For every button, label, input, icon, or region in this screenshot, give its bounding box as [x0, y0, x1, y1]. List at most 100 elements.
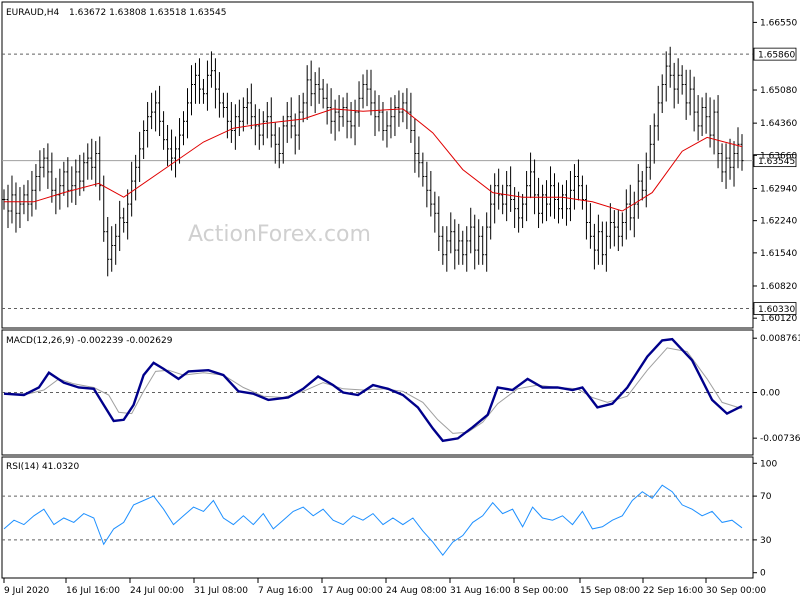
- macd-title: MACD(12,26,9) -0.002239 -0.002629: [6, 336, 173, 346]
- price-bar: [261, 111, 265, 146]
- price-bar: [441, 226, 445, 265]
- price-bar: [521, 193, 525, 229]
- price-bar: [182, 111, 186, 146]
- price-bar: [369, 69, 373, 116]
- price-axis: 1.66550 1.65080 1.64360 1.62940 1.62240 1.615…: [753, 18, 797, 324]
- price-bar: [413, 118, 417, 173]
- price-bar: [429, 170, 433, 217]
- price-tick-label: 1.66550: [760, 18, 797, 28]
- price-bar: [309, 60, 313, 107]
- price-bar: [485, 212, 489, 272]
- rsi-tick-label: 70: [760, 492, 772, 502]
- price-bar: [377, 95, 381, 132]
- price-bar: [513, 187, 517, 229]
- price-tick-label: 1.60820: [760, 282, 797, 292]
- price-bar: [321, 78, 325, 109]
- price-panel: EURAUD,H4 1.63672 1.63808 1.63518 1.6354…: [1, 1, 797, 329]
- time-tick-label: 16 Jul 16:00: [66, 586, 120, 596]
- price-bar: [664, 51, 668, 102]
- price-bar: [361, 74, 365, 109]
- price-bar: [174, 136, 178, 178]
- price-tick-label: 1.61540: [760, 249, 797, 259]
- price-bar: [281, 115, 285, 164]
- price-tick-label: 1.62240: [760, 217, 797, 227]
- time-tick-label: 8 Sep 00:00: [514, 586, 569, 596]
- price-bar: [648, 124, 652, 180]
- rsi-tick-label: 30: [760, 536, 772, 546]
- price-bar: [588, 203, 592, 249]
- price-bar: [313, 72, 317, 114]
- price-bar: [118, 200, 122, 252]
- price-bar: [600, 221, 604, 265]
- price-bar: [42, 147, 46, 178]
- price-bar: [166, 124, 170, 166]
- macd-panel: MACD(12,26,9) -0.002239 -0.002629 0.0087…: [1, 329, 800, 456]
- price-bar: [481, 226, 485, 265]
- price-bar: [604, 221, 608, 272]
- price-bar: [162, 111, 166, 150]
- price-bar: [716, 95, 720, 169]
- time-axis: 9 Jul 2020 16 Jul 16:00 24 Jul 00:00 31 Jul…: [3, 578, 766, 596]
- price-bar: [2, 189, 6, 210]
- price-bar: [501, 184, 505, 215]
- price-bar: [529, 152, 533, 199]
- price-level-tag: 1.65860: [753, 47, 797, 61]
- watermark: ActionForex.com: [188, 222, 371, 247]
- price-bar: [580, 175, 584, 210]
- price-bar: [668, 46, 672, 88]
- price-bar: [620, 212, 624, 247]
- price-bar: [257, 108, 261, 150]
- time-tick-label: 24 Jul 00:00: [130, 586, 184, 596]
- price-bar: [385, 111, 389, 148]
- time-tick-label: 24 Aug 08:00: [386, 586, 447, 596]
- price-bar: [417, 136, 421, 178]
- price-bar: [38, 150, 42, 192]
- price-bar: [628, 184, 632, 231]
- price-bar: [592, 223, 596, 270]
- price-bar: [680, 65, 684, 95]
- price-bar: [541, 184, 545, 224]
- price-bar: [265, 101, 269, 139]
- price-bar: [636, 164, 640, 219]
- price-bar: [624, 189, 628, 240]
- price-bar: [728, 138, 732, 180]
- price-bar: [325, 83, 329, 125]
- price-bar: [138, 131, 142, 183]
- price-bar: [154, 90, 158, 132]
- price-tick-label: 1.65080: [760, 86, 797, 96]
- price-bar: [608, 203, 612, 249]
- price-bar: [54, 177, 58, 215]
- price-bar: [401, 92, 405, 123]
- price-bar: [692, 76, 696, 132]
- price-bar: [122, 207, 126, 233]
- price-bar: [98, 136, 102, 201]
- price-bar: [672, 62, 676, 109]
- price-bar: [409, 92, 413, 143]
- price-bar: [205, 60, 209, 111]
- price-bar: [517, 191, 521, 233]
- price-bar: [421, 152, 425, 187]
- price-tick-label: 1.64360: [760, 119, 797, 129]
- price-bar: [237, 99, 241, 137]
- price-bar: [576, 159, 580, 201]
- price-bar: [277, 127, 281, 169]
- price-bar: [22, 184, 26, 215]
- price-bar: [317, 67, 321, 104]
- price-bar: [341, 97, 345, 127]
- price-bar: [708, 97, 712, 148]
- price-tick-label: 1.62940: [760, 184, 797, 194]
- macd-line: [3, 337, 743, 443]
- price-tick-label: 1.63660: [760, 151, 797, 161]
- price-bar: [82, 152, 86, 192]
- price-bar: [461, 230, 465, 265]
- price-bar: [357, 81, 361, 127]
- price-bar: [545, 180, 549, 222]
- time-tick-label: 15 Sep 08:00: [580, 586, 640, 596]
- rsi-axis: 100 70 30 0: [753, 459, 777, 579]
- rsi-panel: RSI(14) 41.0320 100 70 30 0: [1, 456, 777, 579]
- price-bar: [178, 118, 182, 164]
- price-bar: [50, 152, 54, 203]
- price-bar: [465, 226, 469, 272]
- price-bar: [652, 113, 656, 164]
- price-bar: [445, 226, 449, 272]
